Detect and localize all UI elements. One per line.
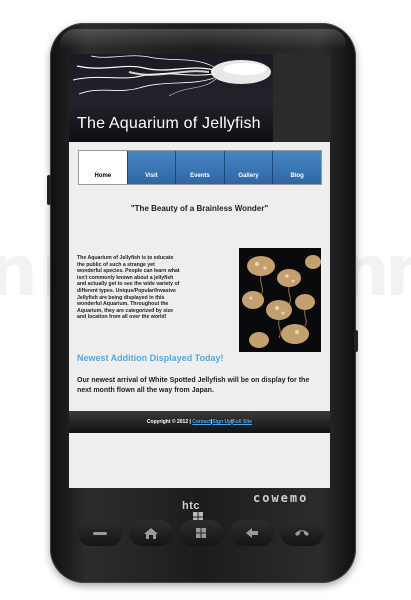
home-button[interactable] <box>128 520 173 546</box>
nav-tab-home[interactable]: Home <box>79 151 127 184</box>
htc-brand-label: htc <box>182 500 200 512</box>
back-button[interactable] <box>229 520 274 546</box>
cowemo-logo: cowemo <box>253 491 309 505</box>
nav-tab-blog[interactable]: Blog <box>272 151 321 184</box>
call-icon <box>93 532 107 535</box>
phone-screen: The Aquarium of Jellyfish Home Visit Eve… <box>69 54 330 488</box>
home-icon <box>143 528 158 539</box>
site-footer: Copyright © 2012 | Contact | Sign Up | F… <box>69 411 330 433</box>
windows-icon <box>196 528 206 538</box>
end-call-icon <box>295 530 309 536</box>
back-icon <box>245 528 258 538</box>
main-nav: Home Visit Events Gallery Blog <box>78 150 322 185</box>
call-button[interactable] <box>78 520 122 546</box>
camera-button[interactable] <box>354 330 358 352</box>
volume-button[interactable] <box>47 175 51 205</box>
footer-copyright: Copyright © 2012 | <box>146 419 191 425</box>
nav-tab-gallery[interactable]: Gallery <box>223 151 273 184</box>
site-header: The Aquarium of Jellyfish <box>69 54 330 142</box>
site-title: The Aquarium of Jellyfish <box>77 115 261 132</box>
footer-contact-link[interactable]: Contact <box>192 419 211 425</box>
newest-addition-heading: Newest Addition Displayed Today! <box>77 353 224 363</box>
end-call-button[interactable] <box>280 520 324 546</box>
newest-arrival-text: Our newest arrival of White Spotted Jell… <box>77 377 310 394</box>
jellyfish-photo <box>239 248 321 352</box>
footer-signup-link[interactable]: Sign Up <box>212 419 231 425</box>
tagline: "The Beauty of a Brainless Wonder" <box>130 204 269 213</box>
windows-button[interactable] <box>179 520 223 546</box>
intro-paragraph: The Aquarium of Jellyfish is to educate … <box>77 255 180 321</box>
footer-fullsite-link[interactable]: Full Site <box>233 419 252 425</box>
nav-tab-events[interactable]: Events <box>175 151 224 184</box>
jellyfish-banner-image <box>72 55 271 97</box>
hardware-buttons <box>78 520 324 546</box>
nav-tab-visit[interactable]: Visit <box>126 151 176 184</box>
